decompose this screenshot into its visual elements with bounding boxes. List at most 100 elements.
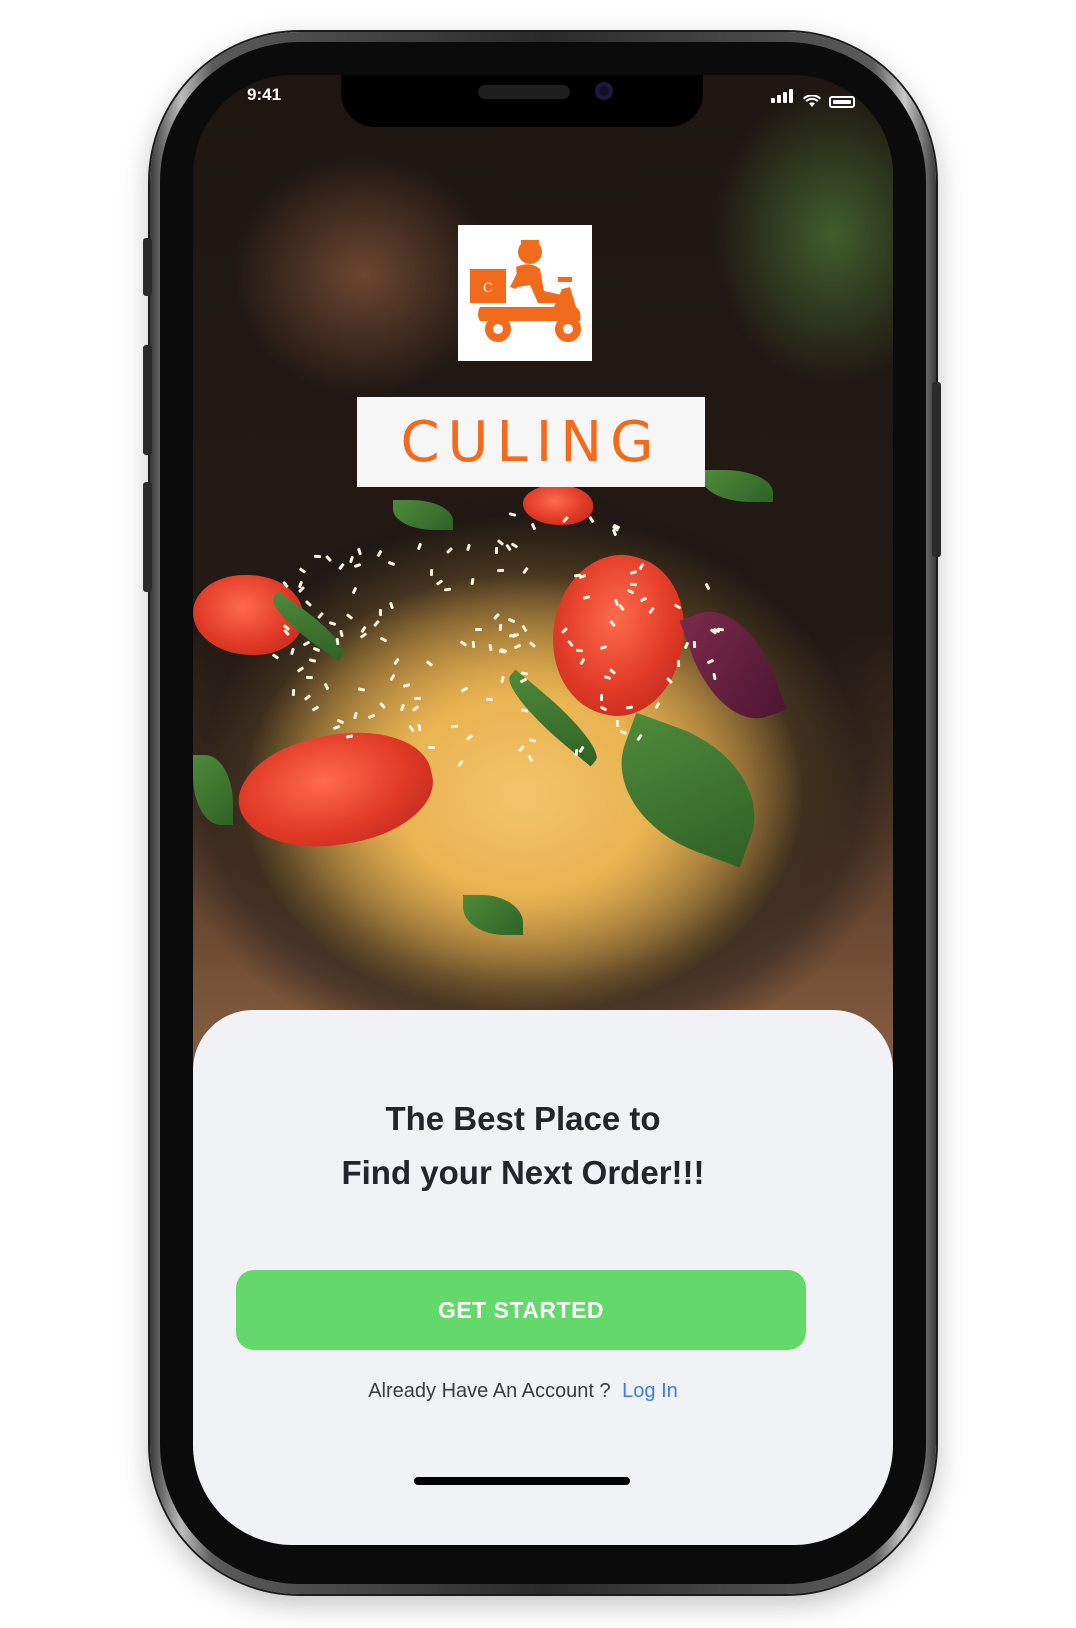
cheese-speck: [357, 687, 366, 692]
cheese-speck: [317, 612, 325, 620]
cheese-speck: [485, 697, 494, 702]
cheese-speck: [522, 567, 529, 575]
cheese-speck: [402, 683, 411, 689]
cheese-speck: [599, 694, 603, 702]
home-indicator[interactable]: [414, 1477, 630, 1485]
cheese-speck: [349, 555, 355, 563]
cheese-speck: [528, 641, 536, 649]
cheese-speck: [620, 729, 628, 735]
cheese-speck: [444, 587, 452, 592]
cheese-speck: [292, 688, 296, 696]
brand-banner: CULING: [357, 397, 705, 487]
cheese-speck: [615, 720, 620, 728]
cheese-speck: [451, 724, 459, 728]
cheese-speck: [296, 666, 305, 673]
cheese-speck: [496, 538, 505, 546]
cheese-speck: [393, 658, 401, 666]
headline-line-1: The Best Place to: [385, 1100, 661, 1137]
cheese-speck: [408, 724, 416, 733]
cheese-speck: [498, 649, 507, 654]
cheese-speck: [353, 711, 359, 719]
cheese-speck: [308, 658, 316, 663]
status-icons: [771, 89, 855, 108]
cheese-speck: [417, 723, 422, 732]
cheese-speck: [470, 577, 475, 586]
cheese-speck: [574, 749, 579, 757]
cheese-speck: [353, 563, 362, 569]
cheese-speck: [527, 754, 534, 763]
cheese-speck: [430, 568, 434, 576]
herb-leaf: [393, 500, 453, 530]
cheese-speck: [461, 686, 469, 693]
cheese-speck: [425, 659, 433, 667]
herb-leaf: [703, 470, 773, 502]
cheese-speck: [357, 547, 363, 556]
cheese-speck: [466, 543, 471, 551]
volume-down-button: [143, 482, 152, 592]
cheese-speck: [507, 618, 516, 624]
login-prompt: Already Have An Account ?: [368, 1380, 611, 1402]
cheese-speck: [457, 759, 464, 767]
cheese-speck: [510, 542, 519, 549]
cheese-speck: [518, 744, 526, 753]
cheese-speck: [497, 568, 505, 572]
app-logo: C: [458, 225, 592, 361]
cheese-speck: [359, 632, 368, 639]
headline: The Best Place to Find your Next Order!!…: [193, 1092, 853, 1200]
cheese-speck: [499, 675, 505, 684]
cheese-speck: [339, 630, 345, 638]
cheese-speck: [435, 579, 443, 586]
signal-icon: [771, 89, 795, 108]
cheese-speck: [345, 612, 354, 620]
cheese-speck: [290, 647, 296, 655]
cheese-speck: [335, 638, 340, 646]
headline-line-2: Find your Next Order!!!: [341, 1154, 705, 1191]
cheese-speck: [471, 640, 476, 649]
cheese-speck: [372, 619, 380, 628]
cheese-speck: [337, 718, 345, 725]
cheese-speck: [324, 555, 332, 563]
tomato-slice: [228, 715, 443, 865]
cheese-speck: [445, 546, 453, 554]
spinach-leaf: [598, 712, 778, 868]
status-time: 9:41: [247, 85, 282, 104]
cheese-speck: [313, 554, 322, 559]
cheese-speck: [513, 643, 521, 650]
mute-switch: [143, 238, 152, 296]
cheese-speck: [400, 703, 406, 712]
cheese-speck: [376, 549, 383, 557]
cheese-speck: [488, 644, 493, 652]
cheese-speck: [493, 612, 501, 620]
cheese-speck: [474, 627, 482, 631]
battery-icon: [829, 96, 855, 108]
cheese-speck: [272, 652, 280, 660]
cheese-speck: [528, 738, 536, 743]
basil-leaf: [679, 596, 787, 734]
cheese-speck: [417, 542, 423, 551]
cheese-speck: [323, 682, 330, 691]
cheese-speck: [459, 639, 468, 647]
cheese-speck: [305, 599, 313, 607]
cheese-speck: [521, 625, 528, 633]
cheese-speck: [298, 566, 306, 574]
login-link[interactable]: Log In: [622, 1380, 678, 1402]
cheese-speck: [411, 705, 420, 713]
welcome-sheet: The Best Place to Find your Next Order!!…: [193, 1010, 893, 1545]
get-started-button[interactable]: GET STARTED: [236, 1270, 806, 1350]
cheese-speck: [428, 745, 436, 749]
speaker-grille: [478, 85, 570, 99]
cheese-speck: [676, 659, 681, 667]
app-screen: 9:41 C CULING The Best Place to Find you…: [193, 75, 893, 1545]
cheese-speck: [465, 734, 474, 742]
cheese-speck: [508, 512, 517, 518]
notch: [341, 75, 703, 127]
volume-up-button: [143, 345, 152, 455]
cheese-speck: [495, 547, 499, 555]
power-button: [932, 382, 941, 557]
cheese-speck: [520, 708, 528, 713]
cheese-speck: [351, 587, 358, 595]
cheese-speck: [387, 560, 396, 567]
cheese-speck: [337, 562, 345, 570]
cheese-speck: [498, 623, 502, 631]
cheese-speck: [388, 673, 396, 682]
